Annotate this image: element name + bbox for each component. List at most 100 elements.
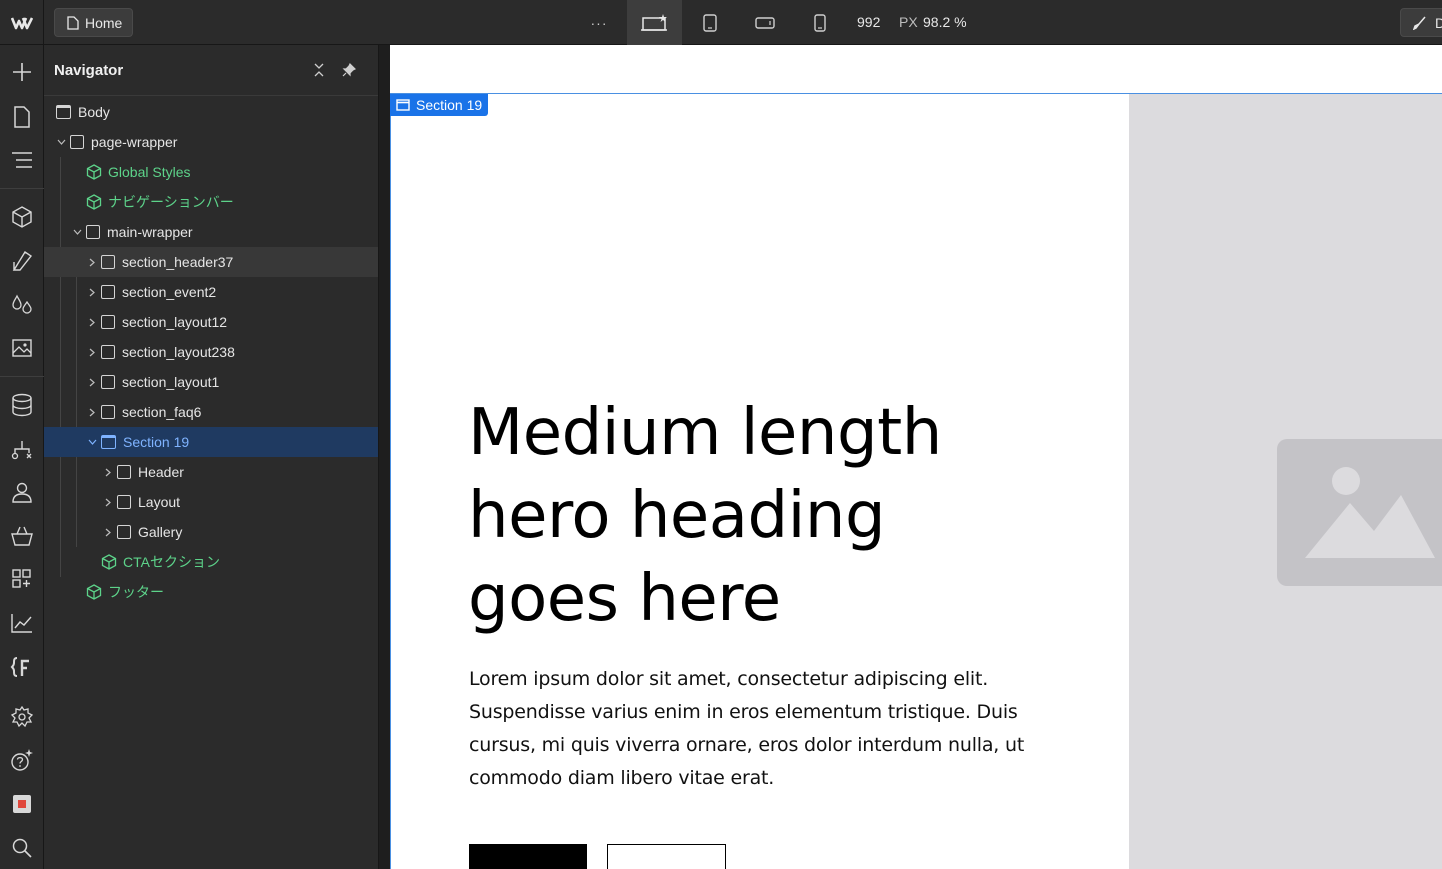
chevron-right-icon[interactable] bbox=[85, 405, 99, 419]
chevron-right-icon[interactable] bbox=[101, 495, 115, 509]
page-preview[interactable]: Section 19 Medium length hero heading go… bbox=[390, 45, 1442, 869]
tree-item-body[interactable]: Body bbox=[44, 97, 378, 127]
cube-icon bbox=[12, 206, 32, 228]
more-options-button[interactable]: ··· bbox=[585, 0, 613, 45]
section-icon bbox=[101, 285, 115, 299]
droplets-icon bbox=[12, 294, 32, 314]
tree-item-label: section_faq6 bbox=[122, 404, 202, 420]
chevron-down-icon[interactable] bbox=[85, 435, 99, 449]
help-sparkle-icon bbox=[11, 749, 33, 771]
rail-divider bbox=[0, 376, 44, 377]
tree-item-label: main-wrapper bbox=[107, 224, 193, 240]
help-ai-button[interactable] bbox=[0, 745, 44, 775]
breakpoint-mobile-portrait-button[interactable] bbox=[806, 0, 834, 45]
page-selector-label: Home bbox=[85, 14, 123, 31]
tree-item-section-header37[interactable]: section_header37 bbox=[44, 247, 378, 277]
pin-panel-button[interactable] bbox=[340, 61, 358, 79]
tree-item-footer[interactable]: フッター bbox=[44, 577, 378, 607]
selected-element-badge[interactable]: Section 19 bbox=[390, 94, 489, 116]
settings-button[interactable] bbox=[0, 702, 44, 732]
tree-item-section-19[interactable]: Section 19 bbox=[44, 427, 378, 457]
chevron-right-icon[interactable] bbox=[85, 285, 99, 299]
chart-trend-icon bbox=[11, 614, 32, 633]
design-canvas[interactable]: Section 19 Medium length hero heading go… bbox=[379, 45, 1442, 869]
cms-button[interactable] bbox=[0, 390, 44, 420]
tree-item-header[interactable]: Header bbox=[44, 457, 378, 487]
desktop-star-icon bbox=[640, 13, 667, 31]
section-icon bbox=[101, 345, 115, 359]
tree-item-navbar[interactable]: ナビゲーションバー bbox=[44, 187, 378, 217]
tree-item-layout[interactable]: Layout bbox=[44, 487, 378, 517]
hero-primary-button[interactable] bbox=[469, 844, 587, 869]
hero-secondary-button[interactable] bbox=[607, 844, 726, 869]
page-selector-button[interactable]: Home bbox=[54, 8, 134, 37]
chevron-right-icon[interactable] bbox=[85, 255, 99, 269]
hero-paragraph[interactable]: Lorem ipsum dolor sit amet, consectetur … bbox=[469, 663, 1029, 795]
tree-item-label: フッター bbox=[108, 584, 164, 600]
chevron-right-icon[interactable] bbox=[101, 525, 115, 539]
canvas-zoom-value[interactable]: 98.2 % bbox=[923, 14, 967, 30]
chevron-right-icon[interactable] bbox=[101, 465, 115, 479]
variables-button[interactable] bbox=[0, 289, 44, 319]
webflow-logo-icon[interactable] bbox=[0, 0, 44, 45]
tree-item-section-event2[interactable]: section_event2 bbox=[44, 277, 378, 307]
chevron-down-icon[interactable] bbox=[70, 225, 84, 239]
tree-item-section-layout238[interactable]: section_layout238 bbox=[44, 337, 378, 367]
top-toolbar: Home ··· 992 PX 98.2 % D bbox=[0, 0, 1442, 45]
tree-item-main-wrapper[interactable]: main-wrapper bbox=[44, 217, 378, 247]
tree-item-label: ナビゲーションバー bbox=[108, 194, 234, 210]
tree-item-label: CTAセクション bbox=[123, 554, 220, 570]
pin-icon bbox=[342, 63, 356, 77]
breakpoint-tablet-button[interactable] bbox=[695, 0, 725, 45]
navigator-button[interactable] bbox=[0, 145, 44, 175]
previous-section-area[interactable] bbox=[390, 45, 1442, 94]
flow-icon bbox=[11, 441, 32, 460]
tree-item-global-styles[interactable]: Global Styles bbox=[44, 157, 378, 187]
tree-item-section-layout1[interactable]: section_layout1 bbox=[44, 367, 378, 397]
user-icon bbox=[12, 482, 32, 503]
ecommerce-button[interactable] bbox=[0, 521, 44, 551]
designer-mode-button[interactable]: D bbox=[1400, 8, 1442, 37]
hero-image-area[interactable] bbox=[1129, 94, 1442, 869]
gear-icon bbox=[11, 706, 33, 728]
breakpoint-desktop-button[interactable] bbox=[627, 0, 682, 45]
analyze-button[interactable] bbox=[0, 608, 44, 638]
rail-divider bbox=[0, 188, 44, 189]
component-icon bbox=[101, 554, 117, 570]
add-elements-button[interactable] bbox=[0, 57, 44, 87]
hero-heading[interactable]: Medium length hero heading goes here bbox=[468, 392, 1028, 641]
chevron-down-icon[interactable] bbox=[54, 135, 68, 149]
tree-item-cta-section[interactable]: CTAセクション bbox=[44, 547, 378, 577]
tree-item-label: page-wrapper bbox=[91, 134, 178, 150]
image-icon bbox=[12, 339, 32, 357]
users-button[interactable] bbox=[0, 477, 44, 507]
pages-button[interactable] bbox=[0, 102, 44, 132]
chevron-right-icon[interactable] bbox=[85, 315, 99, 329]
tree-item-label: Body bbox=[78, 104, 110, 120]
canvas-width-value[interactable]: 992 bbox=[857, 14, 880, 30]
apps-button[interactable] bbox=[0, 564, 44, 594]
basket-icon bbox=[11, 526, 33, 546]
tree-item-section-layout12[interactable]: section_layout12 bbox=[44, 307, 378, 337]
style-selectors-button[interactable] bbox=[0, 246, 44, 276]
tree-item-label: section_layout238 bbox=[122, 344, 235, 360]
section-icon bbox=[101, 435, 116, 449]
tree-item-gallery[interactable]: Gallery bbox=[44, 517, 378, 547]
selected-element-label: Section 19 bbox=[416, 97, 483, 113]
collapse-all-button[interactable] bbox=[310, 61, 328, 79]
search-button[interactable] bbox=[0, 833, 44, 863]
tree-item-label: section_header37 bbox=[122, 254, 234, 270]
tree-item-label: Global Styles bbox=[108, 164, 191, 180]
chevron-right-icon[interactable] bbox=[85, 345, 99, 359]
chevron-right-icon[interactable] bbox=[85, 375, 99, 389]
assets-button[interactable] bbox=[0, 333, 44, 363]
tree-item-section-faq6[interactable]: section_faq6 bbox=[44, 397, 378, 427]
breakpoint-mobile-landscape-button[interactable] bbox=[750, 0, 780, 45]
tree-item-label: Layout bbox=[138, 494, 181, 510]
div-block-icon bbox=[86, 225, 100, 239]
tree-item-page-wrapper[interactable]: page-wrapper bbox=[44, 127, 378, 157]
record-button[interactable] bbox=[0, 789, 44, 819]
logic-button[interactable] bbox=[0, 435, 44, 465]
code-button[interactable] bbox=[0, 652, 44, 682]
components-button[interactable] bbox=[0, 202, 44, 232]
